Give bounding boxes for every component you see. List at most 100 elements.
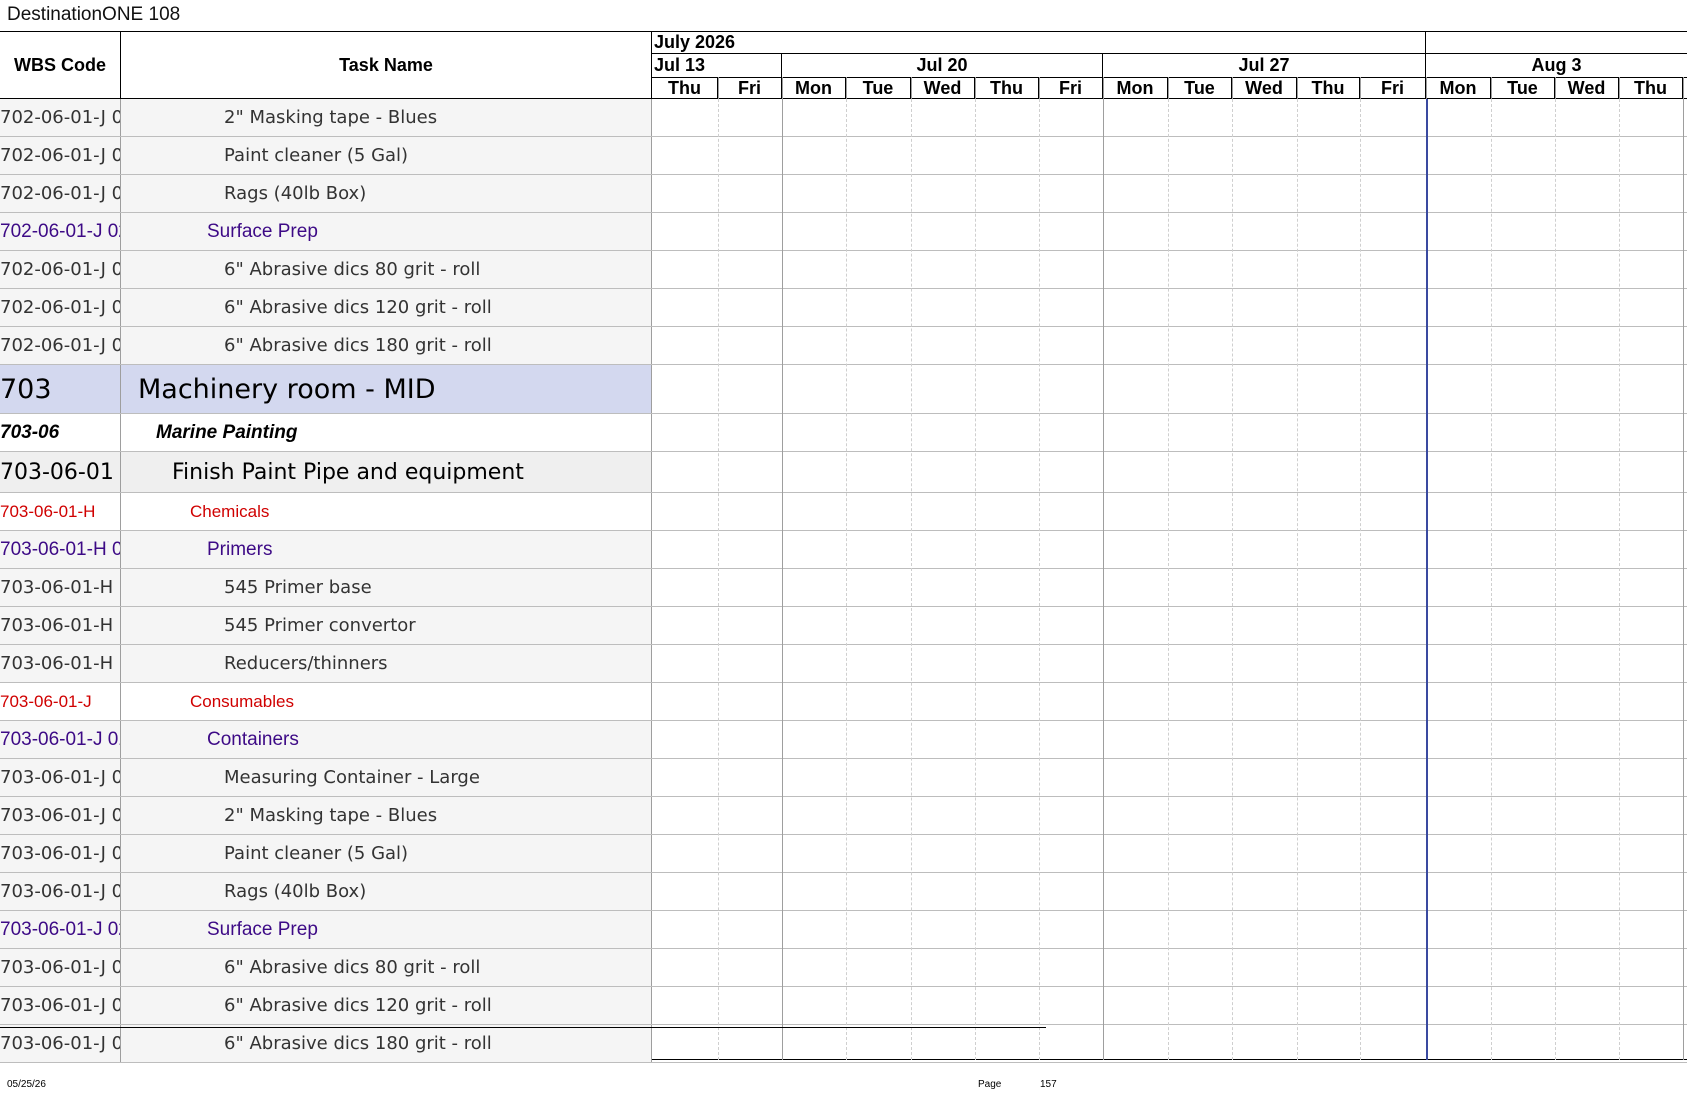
- wbs-code-cell[interactable]: 703-06-01-J 01: [0, 721, 121, 758]
- task-name: 6" Abrasive dics 180 grit - roll: [224, 1033, 492, 1054]
- task-row[interactable]: 703-06-01-J 01 Measuring Container - Larg…: [0, 759, 1687, 797]
- task-row[interactable]: 703-06-01-J 01 Paint cleaner (5 Gal): [0, 835, 1687, 873]
- task-row[interactable]: 703-06-01-H 01 545 Primer base: [0, 569, 1687, 607]
- task-name-cell[interactable]: 6" Abrasive dics 180 grit - roll: [121, 327, 652, 364]
- task-row[interactable]: 703-06-01-J 01 2" Masking tape - Blues: [0, 797, 1687, 835]
- task-name-cell[interactable]: 6" Abrasive dics 180 grit - roll: [121, 1025, 652, 1062]
- column-header-task-name[interactable]: Task Name: [121, 31, 652, 99]
- task-row[interactable]: 702-06-01-J 02 6" Abrasive dics 120 grit …: [0, 289, 1687, 327]
- task-name-cell[interactable]: 2" Masking tape - Blues: [121, 99, 652, 136]
- task-row[interactable]: 702-06-01-J 01 Rags (40lb Box): [0, 175, 1687, 213]
- wbs-code-cell[interactable]: 702-06-01-J 02: [0, 327, 121, 364]
- task-name-cell[interactable]: Machinery room - MID: [121, 365, 652, 413]
- task-name-cell[interactable]: 6" Abrasive dics 80 grit - roll: [121, 949, 652, 986]
- wbs-code-cell[interactable]: 703-06-01-J 02: [0, 911, 121, 948]
- wbs-code-cell[interactable]: 703-06-01-H 01: [0, 569, 121, 606]
- task-name: 6" Abrasive dics 80 grit - roll: [224, 957, 481, 978]
- task-name-cell[interactable]: 6" Abrasive dics 120 grit - roll: [121, 289, 652, 326]
- wbs-code-cell[interactable]: 703-06-01-J 02: [0, 949, 121, 986]
- task-row[interactable]: 703-06-01-H 01 545 Primer convertor: [0, 607, 1687, 645]
- task-row[interactable]: 703-06 Marine Painting: [0, 414, 1687, 452]
- task-row[interactable]: 702-06-01-J 02 6" Abrasive dics 180 grit …: [0, 327, 1687, 365]
- task-name-cell[interactable]: Containers: [121, 721, 652, 758]
- wbs-code-cell[interactable]: 703-06-01-J: [0, 683, 121, 720]
- header-day-divider: [1360, 77, 1361, 99]
- wbs-code: 703-06-01-J 01: [0, 728, 121, 750]
- task-row[interactable]: 703-06-01-J 02 6" Abrasive dics 180 grit …: [0, 1025, 1687, 1063]
- wbs-code: 703-06-01-J 01: [0, 881, 120, 902]
- wbs-code-cell[interactable]: 702-06-01-J 01: [0, 175, 121, 212]
- task-row[interactable]: 703-06-01-H Chemicals: [0, 493, 1687, 531]
- footer-page-number: 157: [1040, 1079, 1057, 1090]
- task-row[interactable]: 703-06-01-J 01 Containers: [0, 721, 1687, 759]
- wbs-code-cell[interactable]: 703-06-01-H 01: [0, 607, 121, 644]
- wbs-code: 703-06-01: [0, 459, 114, 485]
- wbs-code-cell[interactable]: 702-06-01-J 02: [0, 289, 121, 326]
- task-name-cell[interactable]: Rags (40lb Box): [121, 175, 652, 212]
- task-name-cell[interactable]: Reducers/thinners: [121, 645, 652, 682]
- task-name-cell[interactable]: Marine Painting: [121, 414, 652, 451]
- task-row[interactable]: 703-06-01-J 01 Rags (40lb Box): [0, 873, 1687, 911]
- task-row[interactable]: 702-06-01-J 01 2" Masking tape - Blues: [0, 99, 1687, 137]
- task-row[interactable]: 703-06-01-H 01 Primers: [0, 531, 1687, 569]
- wbs-code-cell[interactable]: 702-06-01-J 02: [0, 213, 121, 250]
- footer-date: 05/25/26: [7, 1079, 46, 1090]
- task-row[interactable]: 703-06-01-J Consumables: [0, 683, 1687, 721]
- wbs-code-cell[interactable]: 703-06-01-J 01: [0, 835, 121, 872]
- wbs-code-cell[interactable]: 703-06-01-J 01: [0, 873, 121, 910]
- task-row[interactable]: 702-06-01-J 02 Surface Prep: [0, 213, 1687, 251]
- wbs-code-cell[interactable]: 703-06-01-H: [0, 493, 121, 530]
- wbs-code-cell[interactable]: 703-06-01-J 01: [0, 759, 121, 796]
- wbs-code-cell[interactable]: 703-06-01-H 01: [0, 531, 121, 568]
- task-name: 6" Abrasive dics 180 grit - roll: [224, 335, 492, 356]
- task-name-cell[interactable]: Surface Prep: [121, 911, 652, 948]
- task-name-cell[interactable]: Finish Paint Pipe and equipment: [121, 452, 652, 492]
- column-header-wbs[interactable]: WBS Code: [0, 31, 121, 99]
- task-name-cell[interactable]: Chemicals: [121, 493, 652, 530]
- task-name-cell[interactable]: 545 Primer base: [121, 569, 652, 606]
- wbs-code: 703-06-01-J 01: [0, 767, 120, 788]
- task-name-cell[interactable]: 6" Abrasive dics 80 grit - roll: [121, 251, 652, 288]
- task-name-cell[interactable]: Rags (40lb Box): [121, 873, 652, 910]
- task-name-cell[interactable]: 2" Masking tape - Blues: [121, 797, 652, 834]
- task-name-cell[interactable]: Consumables: [121, 683, 652, 720]
- wbs-code-cell[interactable]: 703-06: [0, 414, 121, 451]
- day-label: Fri: [1039, 77, 1103, 99]
- task-name-cell[interactable]: Measuring Container - Large: [121, 759, 652, 796]
- wbs-code-cell[interactable]: 703: [0, 365, 121, 413]
- task-row[interactable]: 703-06-01-H 01 Reducers/thinners: [0, 645, 1687, 683]
- task-name-cell[interactable]: Paint cleaner (5 Gal): [121, 835, 652, 872]
- wbs-code-cell[interactable]: 703-06-01-J 01: [0, 797, 121, 834]
- task-name-cell[interactable]: Surface Prep: [121, 213, 652, 250]
- task-row[interactable]: 702-06-01-J 02 6" Abrasive dics 80 grit -…: [0, 251, 1687, 289]
- task-row[interactable]: 703-06-01-J 02 6" Abrasive dics 80 grit -…: [0, 949, 1687, 987]
- task-name-cell[interactable]: 545 Primer convertor: [121, 607, 652, 644]
- task-name: 2" Masking tape - Blues: [224, 805, 438, 826]
- task-row[interactable]: 703-06-01-J 02 Surface Prep: [0, 911, 1687, 949]
- wbs-code-cell[interactable]: 702-06-01-J 02: [0, 251, 121, 288]
- wbs-code: 703-06-01-J 02: [0, 918, 121, 940]
- week-label: Jul 13: [652, 54, 782, 77]
- task-row[interactable]: 702-06-01-J 01 Paint cleaner (5 Gal): [0, 137, 1687, 175]
- week-label: Jul 27: [1103, 54, 1426, 77]
- month-label-next: [1426, 31, 1687, 53]
- header-day-divider: [846, 77, 847, 99]
- task-row[interactable]: 703-06-01 Finish Paint Pipe and equipment: [0, 452, 1687, 493]
- task-name-cell[interactable]: Paint cleaner (5 Gal): [121, 137, 652, 174]
- task-name: Primers: [207, 538, 273, 560]
- task-name-cell[interactable]: 6" Abrasive dics 120 grit - roll: [121, 987, 652, 1024]
- day-label: Thu: [1297, 77, 1360, 99]
- task-row[interactable]: 703 Machinery room - MID: [0, 365, 1687, 414]
- wbs-code-cell[interactable]: 702-06-01-J 01: [0, 137, 121, 174]
- wbs-code-cell[interactable]: 703-06-01: [0, 452, 121, 492]
- wbs-code-cell[interactable]: 703-06-01-H 01: [0, 645, 121, 682]
- wbs-code: 703-06-01-J 02: [0, 995, 120, 1016]
- wbs-code-cell[interactable]: 703-06-01-J 02: [0, 987, 121, 1024]
- header-day-divider: [718, 77, 719, 99]
- wbs-code-cell[interactable]: 703-06-01-J 02: [0, 1025, 121, 1062]
- week-label: Aug 3: [1531, 55, 1582, 75]
- task-name-cell[interactable]: Primers: [121, 531, 652, 568]
- weeks-tier: Jul 13 Jul 20 Jul 27 Aug 3: [652, 53, 1687, 78]
- wbs-code-cell[interactable]: 702-06-01-J 01: [0, 99, 121, 136]
- task-row[interactable]: 703-06-01-J 02 6" Abrasive dics 120 grit …: [0, 987, 1687, 1025]
